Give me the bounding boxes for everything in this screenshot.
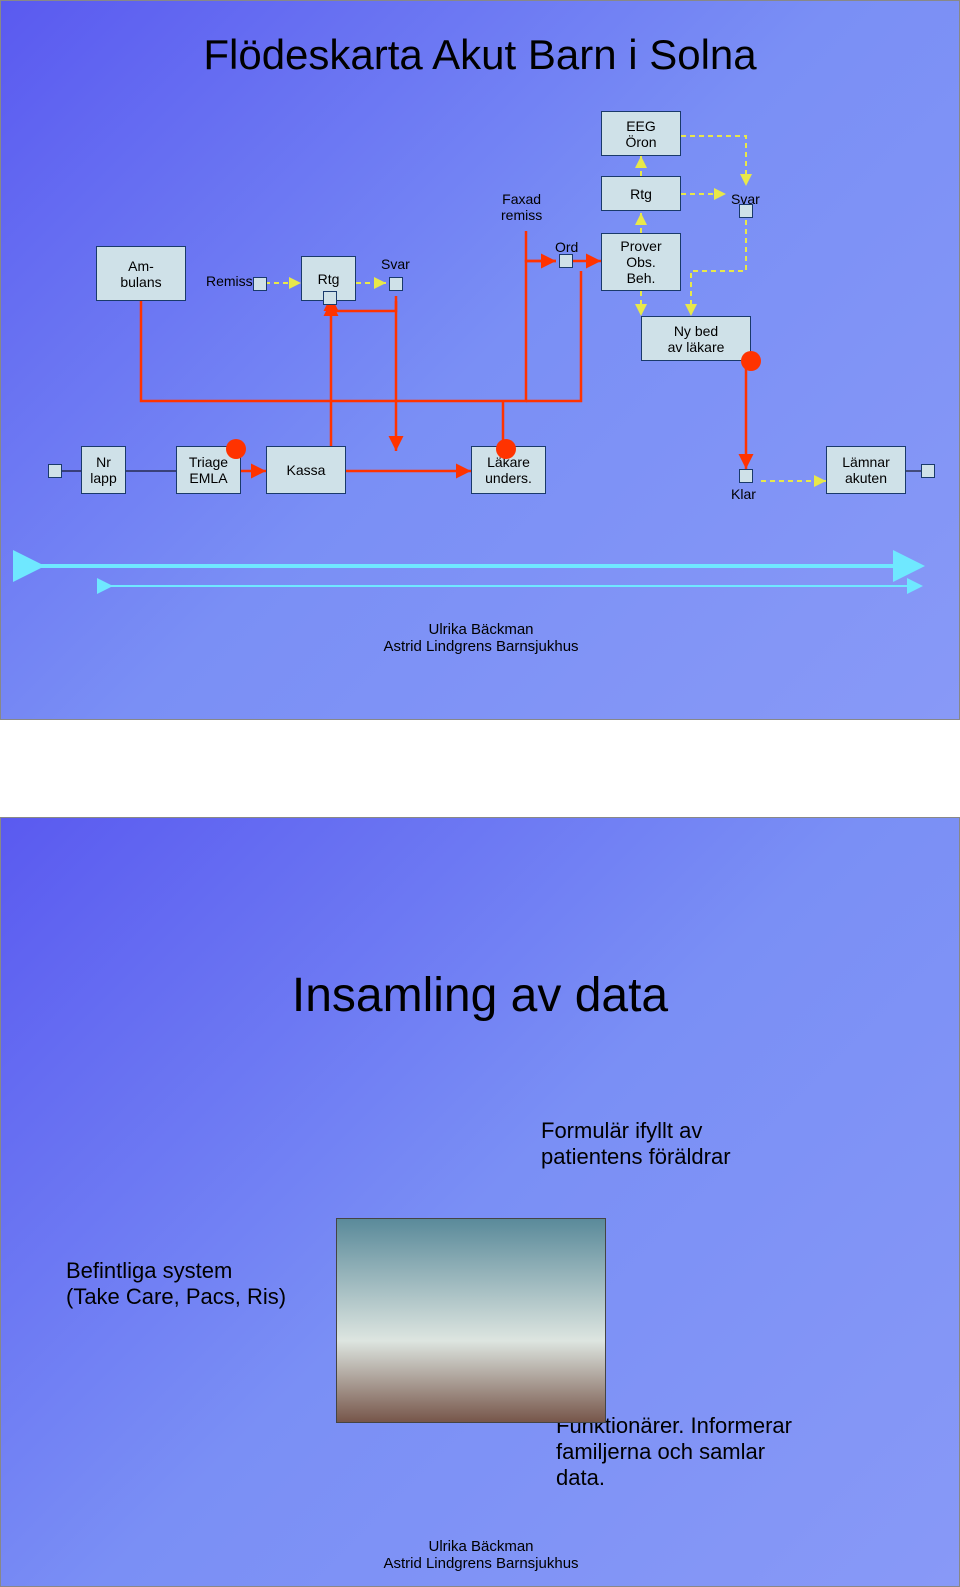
red-dot (741, 351, 761, 371)
box-kassa: Kassa (266, 446, 346, 494)
connector-sq (253, 277, 267, 291)
credit-line1: Ulrika Bäckman (341, 621, 621, 638)
box-rtg2: Rtg (601, 176, 681, 211)
box-nybed: Ny bed av läkare (641, 316, 751, 361)
connector-sq (921, 464, 935, 478)
slide-insamling: Insamling av data Formulär ifyllt av pat… (0, 817, 960, 1587)
connector-sq (739, 469, 753, 483)
connector-sq (48, 464, 62, 478)
red-dot (496, 439, 516, 459)
credit2-line2: Astrid Lindgrens Barnsjukhus (341, 1555, 621, 1572)
box-prover: Prover Obs. Beh. (601, 233, 681, 291)
slide-flowchart: Flödeskarta Akut Barn i Solna (0, 0, 960, 720)
text-befintliga: Befintliga system (Take Care, Pacs, Ris) (66, 1258, 286, 1310)
connector-sq (739, 204, 753, 218)
box-ambulans: Am- bulans (96, 246, 186, 301)
text-formular: Formulär ifyllt av patientens föräldrar (541, 1118, 731, 1170)
red-dot (226, 439, 246, 459)
box-lamnar: Lämnar akuten (826, 446, 906, 494)
slide2-title: Insamling av data (1, 818, 959, 1023)
label-svar1: Svar (381, 256, 410, 272)
label-ord: Ord (555, 239, 578, 255)
box-eeg: EEG Öron (601, 111, 681, 156)
label-faxad: Faxad remiss (501, 191, 542, 223)
connector-sq (323, 291, 337, 305)
photo-funktionar (336, 1218, 606, 1423)
box-nrlapp: Nr lapp (81, 446, 126, 494)
label-remiss: Remiss (206, 273, 253, 289)
credit-line2: Astrid Lindgrens Barnsjukhus (341, 638, 621, 655)
connector-sq (559, 254, 573, 268)
label-klar: Klar (731, 486, 756, 502)
credit2-line1: Ulrika Bäckman (341, 1538, 621, 1555)
text-funktionarer: Funktionärer. Informerar familjerna och … (556, 1413, 792, 1491)
connector-sq (389, 277, 403, 291)
slide-gap (0, 720, 960, 817)
flow-lines (1, 1, 960, 721)
